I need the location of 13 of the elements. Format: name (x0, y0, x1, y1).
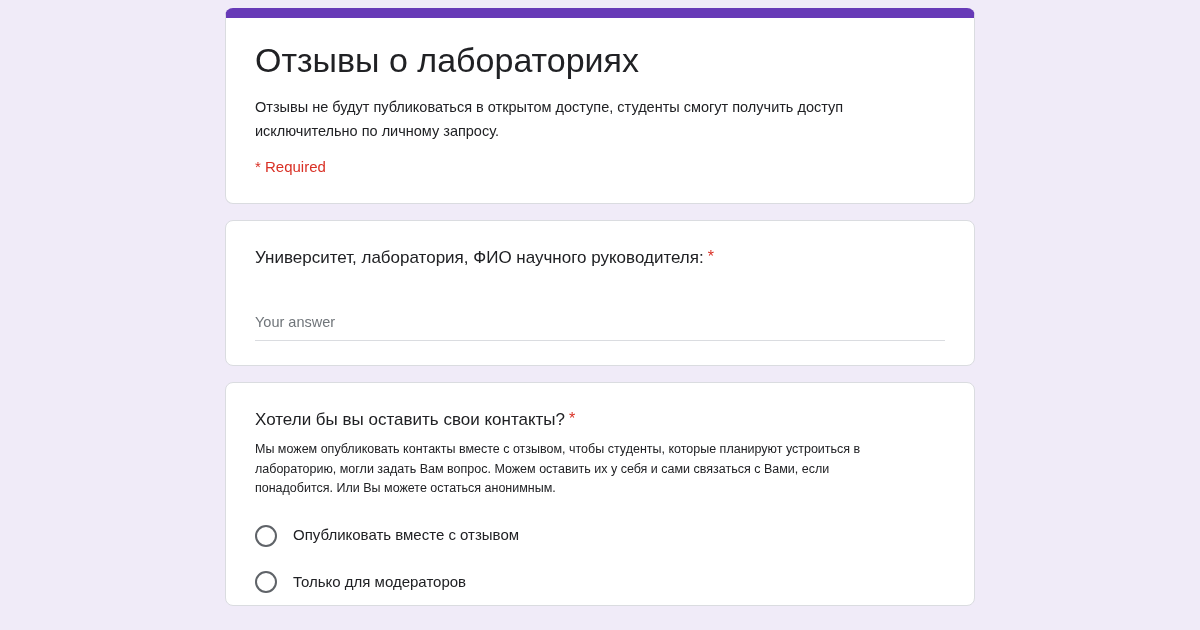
question-title: Университет, лаборатория, ФИО научного руководителя: (255, 246, 704, 269)
radio-button[interactable] (255, 571, 277, 594)
required-note: * Required (255, 157, 327, 178)
answer-field[interactable]: Your answer (255, 308, 945, 341)
question-title: Хотели бы вы оставить свои контакты? (255, 408, 566, 431)
form-description: Отзывы не будут публиковаться в открытом доступе, студенты смогут получить доступ исключительно по личному запросу. (255, 97, 845, 142)
required-mark: * (707, 246, 714, 267)
option-label[interactable]: Только для модераторов (293, 570, 467, 594)
option-label[interactable]: Опубликовать вместе с отзывом (293, 524, 520, 547)
form-title: Отзывы о лабораториях (255, 40, 640, 81)
question-description: Мы можем опубликовать контакты вместе с отзывом, чтобы студенты, которые планируют устроиться в лабораторию, могли задать Вам вопрос. Можем оставить их у себя и сами связаться с Вами, если понадобится. Или Вы можете остаться анонимным. (255, 441, 862, 498)
required-mark: * (569, 408, 576, 429)
radio-button[interactable] (255, 524, 277, 547)
